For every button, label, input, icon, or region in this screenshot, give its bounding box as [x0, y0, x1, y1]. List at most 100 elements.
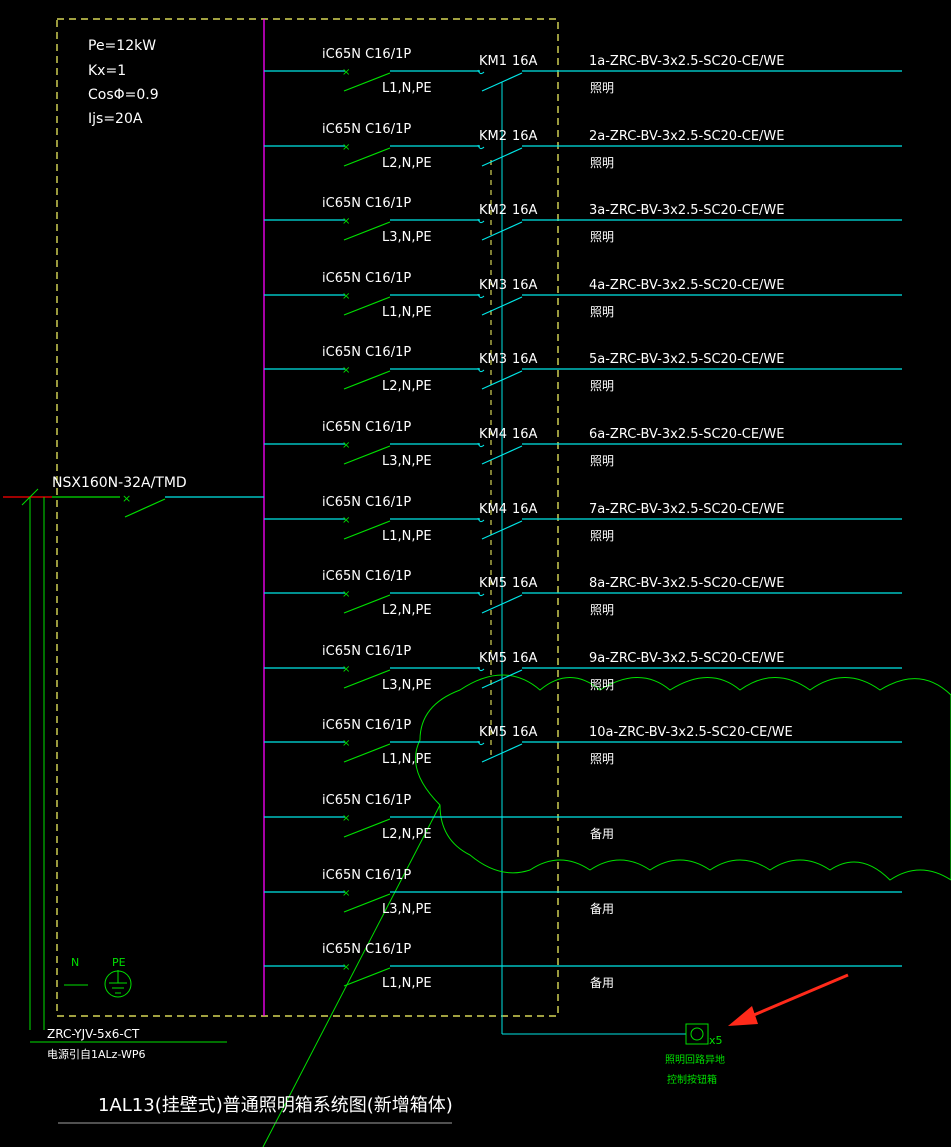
phase-label: L3,N,PE [382, 454, 432, 469]
circuit-row: × iC65N C16/1P L2,N,PE KM5 16A 8a-ZRC-BV-3x2.… [264, 569, 902, 618]
cable-label: 7a-ZRC-BV-3x2.5-SC20-CE/WE [589, 502, 785, 517]
incoming-cable-label: ZRC-YJV-5x6-CT [47, 1027, 140, 1041]
circuit-use-label: 照明 [590, 529, 614, 543]
n-label: N [71, 956, 79, 969]
drawing-title: 1AL13(挂壁式)普通照明箱系统图(新增箱体) [98, 1095, 453, 1116]
cable-label: 9a-ZRC-BV-3x2.5-SC20-CE/WE [589, 651, 785, 666]
control-box-label-2: 控制按钮箱 [667, 1073, 717, 1086]
circuit-use-label: 照明 [590, 379, 614, 393]
breaker-x: × [342, 216, 350, 227]
breaker-label: iC65N C16/1P [322, 644, 411, 659]
contactor-rating: 16A [512, 725, 538, 740]
breaker-x: × [342, 813, 350, 824]
control-button-box: x5 照明回路异地 控制按钮箱 [665, 1023, 725, 1086]
circuit-use-label: 照明 [590, 156, 614, 170]
phase-label: L2,N,PE [382, 603, 432, 618]
circuit-use-label: 备用 [590, 902, 614, 916]
circuit-use-label: 照明 [590, 678, 614, 692]
breaker-label: iC65N C16/1P [322, 718, 411, 733]
circuit-use-label: 备用 [590, 976, 614, 990]
breaker-x: × [342, 664, 350, 675]
breaker-label: iC65N C16/1P [322, 47, 411, 62]
circuit-row: × iC65N C16/1P L1,N,PE 备用 [264, 942, 902, 991]
n-pe-terminals: N PE [64, 956, 132, 998]
main-breaker-x: × [122, 492, 131, 505]
cable-label: 2a-ZRC-BV-3x2.5-SC20-CE/WE [589, 129, 785, 144]
contactor-rating: 16A [512, 129, 538, 144]
control-box-label-1: 照明回路异地 [665, 1053, 725, 1066]
panel-enclosure [56, 18, 559, 1017]
electrical-diagram: Pe=12kW Kx=1 CosΦ=0.9 Ijs=20A × NSX160N-… [3, 18, 951, 1147]
contactor-label: KM2 [479, 203, 507, 218]
arrow-head [728, 1006, 758, 1026]
breaker-label: iC65N C16/1P [322, 196, 411, 211]
param-cos: CosΦ=0.9 [88, 87, 159, 103]
circuit-row: × iC65N C16/1P L1,N,PE KM3 16A 4a-ZRC-BV-3x2.… [264, 271, 902, 320]
contactor-rating: 16A [512, 576, 538, 591]
phase-label: L1,N,PE [382, 752, 432, 767]
breaker-x: × [342, 365, 350, 376]
contactor-rating: 16A [512, 651, 538, 666]
phase-label: L2,N,PE [382, 379, 432, 394]
circuit-row: × iC65N C16/1P L1,N,PE KM5 16A 10a-ZRC-BV-3x2… [264, 718, 902, 767]
circuit-row: × iC65N C16/1P L1,N,PE KM1 16A 1a-ZRC-BV-3x2.… [264, 47, 902, 96]
circuit-row: × iC65N C16/1P L3,N,PE KM4 16A 6a-ZRC-BV-3x2.… [264, 420, 902, 469]
contactor-rating: 16A [512, 278, 538, 293]
arrow-shaft [741, 973, 849, 1022]
contactor-rating: 16A [512, 427, 538, 442]
cable-label: 3a-ZRC-BV-3x2.5-SC20-CE/WE [589, 203, 785, 218]
panel-parameters: Pe=12kW Kx=1 CosΦ=0.9 Ijs=20A [88, 38, 159, 127]
breaker-label: iC65N C16/1P [322, 942, 411, 957]
param-kx: Kx=1 [88, 63, 126, 79]
contactor-label: KM3 [479, 352, 507, 367]
pe-label: PE [112, 956, 126, 969]
cable-label: 8a-ZRC-BV-3x2.5-SC20-CE/WE [589, 576, 785, 591]
phase-label: L2,N,PE [382, 156, 432, 171]
breaker-x: × [342, 440, 350, 451]
incoming-feeder: × NSX160N-32A/TMD ZRC-YJV-5x6-CT 电源引自1AL… [3, 475, 264, 1061]
contactor-label: KM3 [479, 278, 507, 293]
breaker-x: × [342, 738, 350, 749]
circuit-row: × iC65N C16/1P L1,N,PE KM4 16A 7a-ZRC-BV-3x2.… [264, 495, 902, 544]
contactor-label: KM2 [479, 129, 507, 144]
circuit-row: × iC65N C16/1P L2,N,PE KM3 16A 5a-ZRC-BV-3x2.… [264, 345, 902, 394]
breaker-label: iC65N C16/1P [322, 868, 411, 883]
breaker-label: iC65N C16/1P [322, 122, 411, 137]
circuit-row: × iC65N C16/1P L3,N,PE KM5 16A 9a-ZRC-BV-3x2.… [264, 644, 902, 693]
param-pe: Pe=12kW [88, 38, 156, 54]
breaker-x: × [342, 962, 350, 973]
breaker-x: × [342, 589, 350, 600]
phase-label: L1,N,PE [382, 529, 432, 544]
breaker-x: × [342, 888, 350, 899]
contactor-rating: 16A [512, 352, 538, 367]
phase-label: L2,N,PE [382, 827, 432, 842]
cable-label: 4a-ZRC-BV-3x2.5-SC20-CE/WE [589, 278, 785, 293]
cable-label: 5a-ZRC-BV-3x2.5-SC20-CE/WE [589, 352, 785, 367]
contactor-rating: 16A [512, 502, 538, 517]
circuit-use-label: 备用 [590, 827, 614, 841]
circuit-use-label: 照明 [590, 230, 614, 244]
revision-cloud [415, 674, 951, 881]
incoming-source-label: 电源引自1ALz-WP6 [47, 1047, 145, 1061]
control-button-icon [690, 1027, 704, 1041]
cable-label: 6a-ZRC-BV-3x2.5-SC20-CE/WE [589, 427, 785, 442]
phase-label: L3,N,PE [382, 902, 432, 917]
circuit-use-label: 照明 [590, 305, 614, 319]
cable-label: 1a-ZRC-BV-3x2.5-SC20-CE/WE [589, 54, 785, 69]
circuit-use-label: 照明 [590, 454, 614, 468]
contactor-label: KM5 [479, 725, 507, 740]
circuit-row: × iC65N C16/1P L3,N,PE 备用 [264, 868, 902, 917]
phase-label: L1,N,PE [382, 305, 432, 320]
contactor-label: KM5 [479, 651, 507, 666]
param-ijs: Ijs=20A [88, 111, 143, 127]
control-box-multiplier: x5 [709, 1034, 723, 1047]
contactor-label: KM4 [479, 427, 507, 442]
contactor-rating: 16A [512, 203, 538, 218]
phase-label: L3,N,PE [382, 230, 432, 245]
breaker-x: × [342, 515, 350, 526]
breaker-x: × [342, 142, 350, 153]
breaker-label: iC65N C16/1P [322, 495, 411, 510]
contactor-label: KM5 [479, 576, 507, 591]
contactor-label: KM4 [479, 502, 507, 517]
circuit-row: × iC65N C16/1P L2,N,PE 备用 [264, 793, 902, 842]
